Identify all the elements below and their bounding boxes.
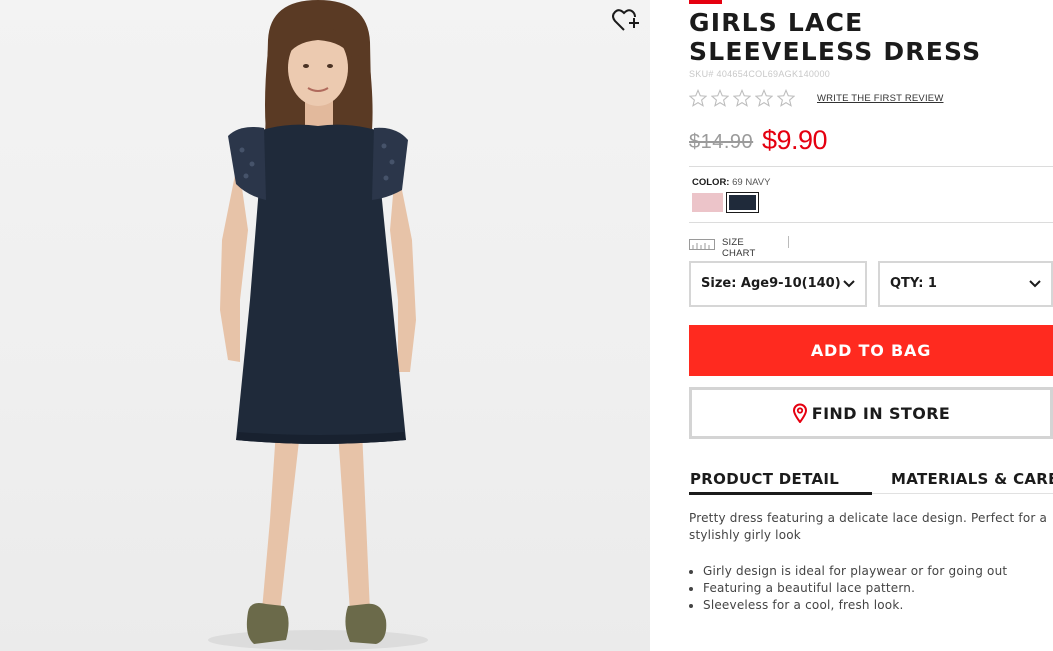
find-in-store-button[interactable]: FIND IN STORE	[689, 387, 1053, 439]
star-outline-icon	[777, 89, 795, 107]
find-in-store-label: FIND IN STORE	[811, 403, 951, 423]
product-photo[interactable]	[0, 0, 650, 651]
product-sku: SKU# 404654COL69AGK140000	[689, 69, 831, 79]
write-review-link[interactable]: WRITE THE FIRST REVIEW	[817, 93, 944, 104]
map-pin-icon	[792, 403, 807, 423]
wishlist-button[interactable]	[612, 8, 640, 34]
star-outline-icon	[711, 89, 729, 107]
quantity-select[interactable]: QTY: 1	[878, 261, 1053, 307]
quantity-select-value: QTY: 1	[890, 276, 937, 291]
sale-flag	[689, 0, 722, 4]
list-item: Featuring a beautiful lace pattern.	[703, 580, 1053, 597]
original-price: $14.90	[689, 131, 754, 153]
tab-materials-care[interactable]: MATERIALS & CARE	[891, 470, 1053, 488]
size-select-value: Size: Age9-10(140)	[701, 276, 841, 291]
tabs-divider	[872, 493, 1053, 494]
divider	[689, 222, 1053, 223]
active-tab-indicator	[689, 492, 872, 495]
star-outline-icon	[733, 89, 751, 107]
product-info-panel: GIRLS LACE SLEEVELESS DRESS SKU# 404654C…	[689, 0, 1053, 651]
add-to-bag-button[interactable]: ADD TO BAG	[689, 325, 1053, 376]
product-image-panel	[0, 0, 650, 651]
detail-tabs: PRODUCT DETAIL MATERIALS & CARE	[689, 470, 1053, 496]
sale-price: $9.90	[762, 125, 828, 155]
heart-plus-icon	[612, 9, 639, 31]
star-outline-icon	[689, 89, 707, 107]
rating-stars[interactable]	[689, 88, 799, 108]
color-swatch-navy[interactable]	[726, 192, 759, 213]
ruler-icon	[689, 239, 715, 250]
divider	[689, 166, 1053, 167]
chevron-down-icon	[843, 280, 855, 288]
color-label-row: COLOR: 69 NAVY	[692, 177, 770, 188]
tab-product-detail[interactable]: PRODUCT DETAIL	[690, 470, 839, 488]
list-item: Girly design is ideal for playwear or fo…	[703, 563, 1053, 580]
product-description: Pretty dress featuring a delicate lace d…	[689, 511, 1048, 542]
color-label: COLOR:	[692, 177, 730, 188]
product-feature-list: Girly design is ideal for playwear or fo…	[689, 563, 1053, 614]
size-select[interactable]: Size: Age9-10(140)	[689, 261, 867, 307]
product-title: GIRLS LACE SLEEVELESS DRESS	[689, 8, 982, 66]
chevron-down-icon	[1029, 280, 1041, 288]
star-outline-icon	[755, 89, 773, 107]
separator	[788, 236, 789, 248]
list-item: Sleeveless for a cool, fresh look.	[703, 597, 1053, 614]
color-value: 69 NAVY	[732, 177, 771, 188]
color-swatch-pink[interactable]	[692, 193, 723, 212]
size-chart-label[interactable]: SIZE CHART	[722, 237, 756, 262]
